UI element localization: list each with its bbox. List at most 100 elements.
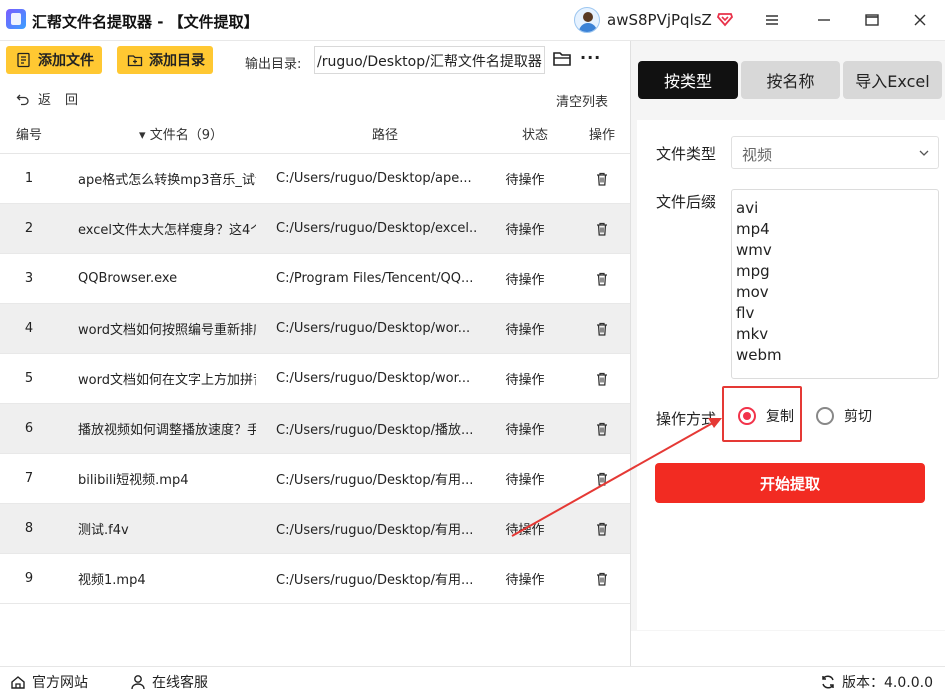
home-icon xyxy=(11,676,25,689)
operation-mode-label: 操作方式 xyxy=(656,410,717,428)
row-status: 待操作 xyxy=(505,323,545,338)
table-row[interactable]: 3 QQBrowser.exe C:/Program Files/Tencent/Q… xyxy=(0,254,630,304)
file-type-select[interactable]: 视频 xyxy=(731,136,939,169)
row-path: C:/Users/ruguo/Desktop/有用... xyxy=(276,473,474,488)
radio-cut[interactable]: 剪切 xyxy=(816,406,872,426)
add-directory-label: 添加目录 xyxy=(149,53,205,69)
row-delete-button[interactable] xyxy=(574,371,630,387)
add-directory-button[interactable]: 添加目录 xyxy=(117,46,213,74)
row-status: 待操作 xyxy=(505,223,545,238)
suffix-textarea[interactable]: avi mp4 wmv mpg mov flv mkv webm xyxy=(731,189,939,379)
trash-icon xyxy=(597,572,607,586)
app-logo-icon xyxy=(6,9,26,29)
suffix-item: flv xyxy=(736,304,755,322)
trash-icon xyxy=(597,422,607,436)
close-icon[interactable] xyxy=(908,8,932,32)
official-website-link[interactable]: 官方网站 xyxy=(10,672,88,691)
row-delete-button[interactable] xyxy=(574,221,630,237)
row-delete-button[interactable] xyxy=(574,471,630,487)
start-extract-button[interactable]: 开始提取 xyxy=(655,463,925,503)
maximize-icon[interactable] xyxy=(860,8,884,32)
row-status: 待操作 xyxy=(505,273,545,288)
back-button[interactable]: 返 回 xyxy=(16,89,78,108)
table-row[interactable]: 7 bilibili短视频.mp4 C:/Users/ruguo/Desktop/有… xyxy=(0,454,630,504)
chevron-down-icon xyxy=(919,150,929,156)
row-filename: bilibili短视频.mp4 xyxy=(78,473,189,488)
table-row[interactable]: 2 excel文件太大怎样瘦身？这4个... C:/Users/ruguo/Desk… xyxy=(0,204,630,254)
back-arrow-icon xyxy=(16,94,29,105)
suffix-item: mp4 xyxy=(736,220,770,238)
add-file-button[interactable]: 添加文件 xyxy=(6,46,102,74)
row-delete-button[interactable] xyxy=(574,521,630,537)
table-header: 编号 ▾ 文件名（9） 路径 状态 操作 xyxy=(0,114,630,154)
table-row[interactable]: 9 视频1.mp4 C:/Users/ruguo/Desktop/有用... 待操作 xyxy=(0,554,630,604)
support-person-icon xyxy=(131,675,145,690)
output-dir-field[interactable]: /ruguo/Desktop/汇帮文件名提取器 xyxy=(314,46,545,74)
official-website-label: 官方网站 xyxy=(32,675,88,691)
online-support-label: 在线客服 xyxy=(152,675,208,691)
row-number: 9 xyxy=(24,571,34,586)
output-dir-label: 输出目录: xyxy=(245,57,302,72)
radio-copy[interactable]: 复制 xyxy=(738,406,794,426)
row-number: 7 xyxy=(24,471,34,486)
row-number: 5 xyxy=(24,371,34,386)
row-filename: QQBrowser.exe xyxy=(78,271,178,286)
table-row[interactable]: 5 word文档如何在文字上方加拼音... C:/Users/ruguo/Deskt… xyxy=(0,354,630,404)
row-status: 待操作 xyxy=(505,423,545,438)
table-row[interactable]: 1 ape格式怎么转换mp3音乐_试试... C:/Users/ruguo/Desk… xyxy=(0,154,630,204)
username[interactable]: awS8PVjPqlsZ xyxy=(607,11,712,29)
more-options-icon[interactable]: ··· xyxy=(580,50,601,66)
row-path: C:/Users/ruguo/Desktop/有用... xyxy=(276,523,474,538)
table-row[interactable]: 4 word文档如何按照编号重新排序... C:/Users/ruguo/Deskt… xyxy=(0,304,630,354)
suffix-item: mov xyxy=(736,283,769,301)
radio-cut-dot xyxy=(816,407,834,425)
clear-list-button[interactable]: 清空列表 xyxy=(556,91,608,110)
footer-bar: 官方网站 在线客服 版本：4.0.0.0 xyxy=(0,666,945,691)
row-filename: excel文件太大怎样瘦身？这4个... xyxy=(78,223,256,238)
minimize-icon[interactable] xyxy=(812,8,836,32)
row-status: 待操作 xyxy=(505,523,545,538)
row-filename: ape格式怎么转换mp3音乐_试试... xyxy=(78,173,256,188)
add-file-label: 添加文件 xyxy=(38,53,94,69)
suffix-item: webm xyxy=(736,346,782,364)
header-path: 路径 xyxy=(371,128,398,143)
row-number: 4 xyxy=(24,321,34,336)
row-number: 1 xyxy=(24,171,34,186)
trash-icon xyxy=(597,522,607,536)
suffix-item: wmv xyxy=(736,241,772,259)
table-row[interactable]: 6 播放视频如何调整播放速度？手... C:/Users/ruguo/Desktop… xyxy=(0,404,630,454)
row-status: 待操作 xyxy=(505,473,545,488)
row-status: 待操作 xyxy=(505,573,545,588)
row-delete-button[interactable] xyxy=(574,171,630,187)
row-filename: 测试.f4v xyxy=(78,523,129,538)
row-status: 待操作 xyxy=(505,373,545,388)
file-type-value: 视频 xyxy=(742,146,773,164)
vip-diamond-icon[interactable] xyxy=(716,10,734,28)
back-label-1: 返 xyxy=(38,93,52,108)
table-row[interactable]: 8 测试.f4v C:/Users/ruguo/Desktop/有用... 待操作 xyxy=(0,504,630,554)
trash-icon xyxy=(597,172,607,186)
suffix-item: mpg xyxy=(736,262,770,280)
row-delete-button[interactable] xyxy=(574,321,630,337)
radio-copy-label: 复制 xyxy=(766,409,794,425)
row-status: 待操作 xyxy=(505,173,545,188)
row-number: 8 xyxy=(24,521,34,536)
row-path: C:/Users/ruguo/Desktop/有用... xyxy=(276,573,474,588)
row-filename: word文档如何在文字上方加拼音... xyxy=(78,373,256,388)
row-delete-button[interactable] xyxy=(574,571,630,587)
row-delete-button[interactable] xyxy=(574,271,630,287)
online-support-link[interactable]: 在线客服 xyxy=(130,672,208,691)
user-avatar[interactable] xyxy=(574,7,600,33)
title-bar: 汇帮文件名提取器 - 【文件提取】 awS8PVjPqlsZ xyxy=(0,0,945,40)
version-label: 版本：4.0.0.0 xyxy=(842,675,933,691)
tab-by-type[interactable]: 按类型 xyxy=(638,61,738,99)
tab-by-name[interactable]: 按名称 xyxy=(741,61,840,99)
trash-icon xyxy=(597,272,607,286)
radio-cut-label: 剪切 xyxy=(844,409,872,425)
header-name-sort[interactable]: ▾ 文件名（9） xyxy=(58,124,274,143)
open-folder-icon[interactable] xyxy=(552,50,572,68)
tab-import-excel[interactable]: 导入Excel xyxy=(843,61,942,99)
menu-icon[interactable] xyxy=(760,8,784,32)
row-delete-button[interactable] xyxy=(574,421,630,437)
row-path: C:/Users/ruguo/Desktop/wor... xyxy=(276,321,471,336)
